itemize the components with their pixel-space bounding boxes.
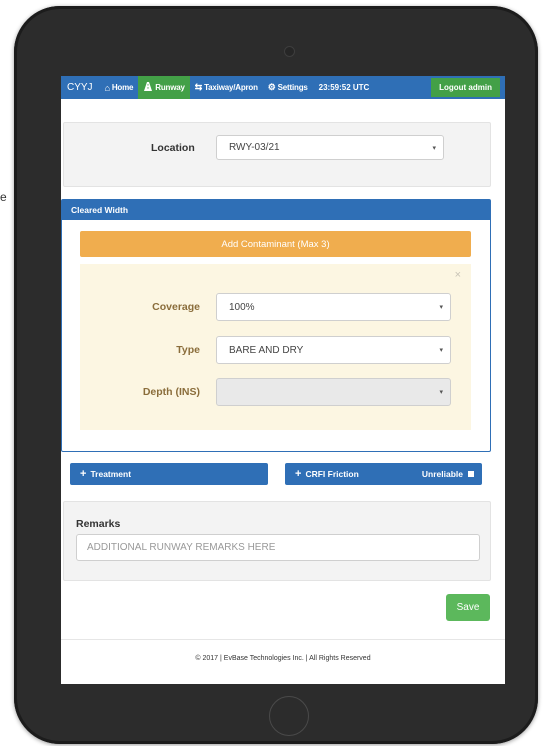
crfi-label: CRFI Friction [305,469,359,479]
nav-runway-label: Runway [155,83,185,92]
add-contaminant-button[interactable]: Add Contaminant (Max 3) [80,231,471,257]
chevron-down-icon: ▾ [439,347,443,354]
coverage-value: 100% [229,301,255,313]
nav-home[interactable]: ⌂ Home [100,76,139,99]
treatment-label: Treatment [90,469,132,479]
checkbox-icon [468,471,474,477]
unreliable-label: Unreliable [421,469,463,479]
close-icon[interactable]: × [455,269,461,281]
runway-icon [143,82,153,93]
logout-button[interactable]: Logout admin [431,78,500,97]
nav-home-label: Home [111,83,134,92]
nav-settings[interactable]: ⚙ Settings [263,76,313,99]
nav-taxiway-label: Taxiway/Apron [204,83,258,92]
gear-icon: ⚙ [267,82,276,92]
utc-clock: 23:59:52 UTC [318,83,370,92]
depth-label: Depth (INS) [142,386,200,398]
treatment-button[interactable]: + Treatment [70,463,268,485]
remarks-placeholder: ADDITIONAL RUNWAY REMARKS HERE [87,542,276,553]
location-value: RWY-03/21 [229,142,280,153]
type-select[interactable]: BARE AND DRY ▾ [216,336,451,364]
footer-copyright: © 2017 | EvBase Technologies Inc. | All … [195,655,371,662]
footer-divider [61,639,505,640]
cleared-width-panel: Cleared Width Add Contaminant (Max 3) × … [61,199,491,452]
location-label: Location [151,142,195,154]
unreliable-toggle[interactable]: Unreliable [422,469,474,479]
type-value: BARE AND DRY [229,344,304,356]
plus-icon: + [295,468,302,480]
nav-settings-label: Settings [277,83,308,92]
remarks-label: Remarks [76,518,121,530]
coverage-select[interactable]: 100% ▾ [216,293,451,321]
type-label: Type [176,344,200,356]
depth-select: ▾ [216,378,451,406]
save-button[interactable]: Save [446,594,490,621]
coverage-label: Coverage [152,301,200,313]
nav-taxiway-apron[interactable]: ⇆ Taxiway/Apron [190,76,263,99]
chevron-down-icon: ▾ [439,304,443,311]
exchange-icon: ⇆ [194,82,203,92]
stray-edge-text: e [0,190,7,204]
contaminant-box: × Coverage 100% ▾ Type BARE AND DRY ▾ De… [80,264,471,430]
chevron-down-icon: ▾ [432,144,436,152]
location-panel: Location RWY-03/21 ▾ [63,122,491,187]
nav-runway[interactable]: Runway [138,76,190,99]
app-screen: CYYJ ⌂ Home Runway ⇆ Taxiway/Apron ⚙ Set… [61,76,505,684]
camera-icon [284,46,295,57]
cleared-width-title: Cleared Width [62,200,490,220]
plus-icon: + [80,468,87,480]
home-button[interactable] [269,696,309,736]
location-select[interactable]: RWY-03/21 ▾ [216,135,444,160]
home-icon: ⌂ [104,82,110,93]
brand-airport-code[interactable]: CYYJ [61,82,100,93]
top-navbar: CYYJ ⌂ Home Runway ⇆ Taxiway/Apron ⚙ Set… [61,76,505,99]
remarks-panel: Remarks ADDITIONAL RUNWAY REMARKS HERE [63,501,491,581]
crfi-friction-button[interactable]: + CRFI Friction Unreliable [285,463,482,485]
chevron-down-icon: ▾ [439,389,443,396]
remarks-input[interactable]: ADDITIONAL RUNWAY REMARKS HERE [76,534,480,561]
